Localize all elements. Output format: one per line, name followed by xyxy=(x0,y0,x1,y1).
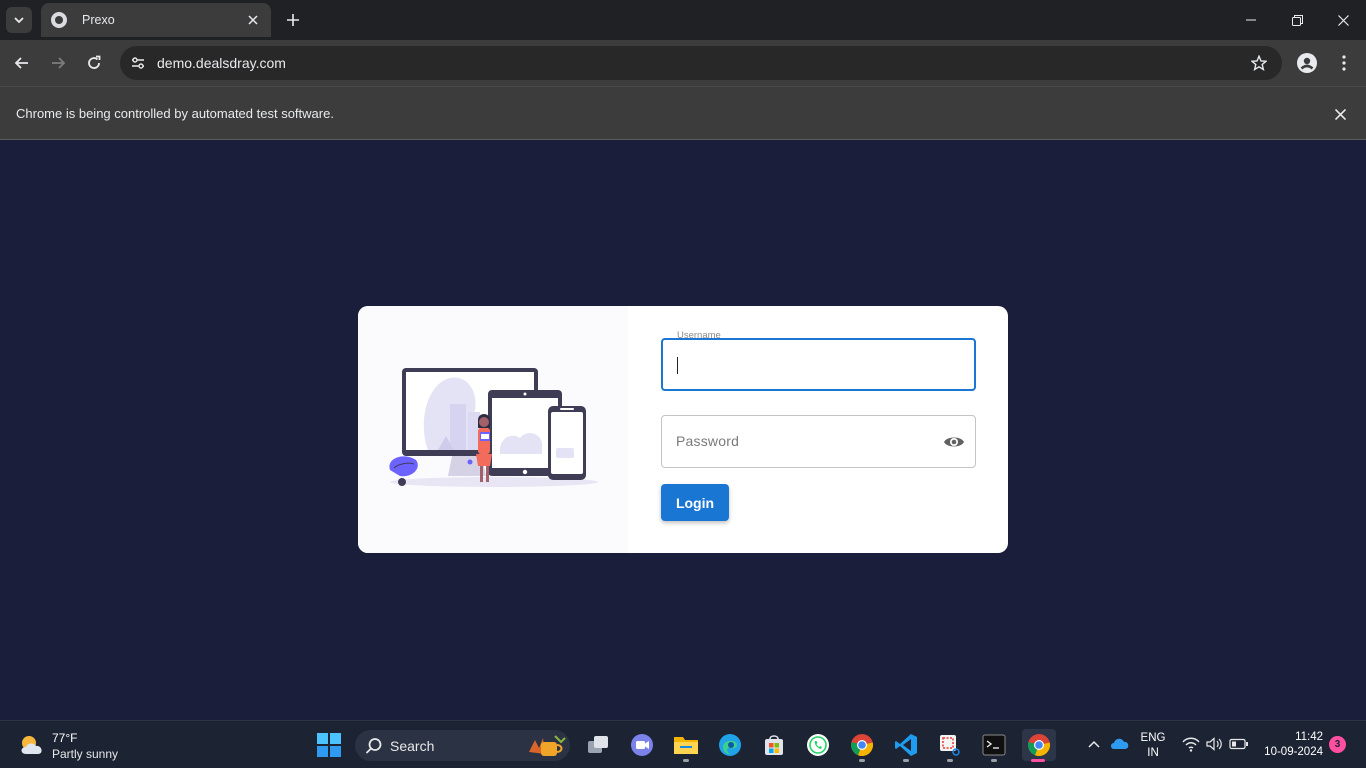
edge-icon xyxy=(719,734,741,756)
search-highlight-icon xyxy=(529,735,566,756)
terminal-icon xyxy=(982,734,1006,756)
globe-icon xyxy=(51,12,67,28)
chrome-icon xyxy=(851,734,874,757)
browser-toolbar: demo.dealsdray.com xyxy=(0,40,1366,86)
whatsapp-icon xyxy=(807,734,829,756)
terminal-button[interactable] xyxy=(978,729,1010,762)
arrow-left-icon xyxy=(14,57,28,69)
window-close-button[interactable] xyxy=(1320,0,1366,40)
password-placeholder: Password xyxy=(676,433,740,449)
running-indicator xyxy=(683,759,689,762)
battery-icon[interactable] xyxy=(1229,736,1249,752)
language-code: ENG xyxy=(1140,732,1166,744)
whatsapp-button[interactable] xyxy=(802,729,834,761)
url-text[interactable]: demo.dealsdray.com xyxy=(157,55,1244,71)
teams-meet-button[interactable] xyxy=(626,729,658,761)
site-info-button[interactable] xyxy=(123,48,153,78)
chrome-button[interactable] xyxy=(846,729,878,762)
search-icon xyxy=(365,738,382,754)
search-label: Search xyxy=(390,738,435,754)
microsoft-store-button[interactable] xyxy=(758,729,790,761)
tab-title: Prexo xyxy=(82,13,115,27)
partly-sunny-icon xyxy=(21,736,42,754)
close-icon xyxy=(1334,108,1346,120)
weather-temperature: 77°F xyxy=(52,731,78,745)
edge-button[interactable] xyxy=(714,729,746,761)
vscode-icon xyxy=(895,734,917,756)
volume-icon[interactable] xyxy=(1205,736,1223,752)
new-tab-button[interactable] xyxy=(281,8,305,32)
video-call-icon xyxy=(631,734,653,756)
system-clock[interactable]: 11:42 10-09-2024 xyxy=(1255,730,1323,760)
language-region: IN xyxy=(1147,747,1159,759)
folder-icon xyxy=(674,737,698,754)
more-vertical-icon xyxy=(1342,55,1346,71)
start-button[interactable] xyxy=(313,729,345,761)
forward-button[interactable] xyxy=(45,50,71,76)
chrome-active-button[interactable] xyxy=(1022,729,1056,762)
tab-search-button[interactable] xyxy=(6,7,32,33)
text-caret xyxy=(677,357,678,374)
running-indicator xyxy=(991,759,997,762)
windows-logo-icon xyxy=(317,733,341,757)
arrow-right-icon xyxy=(52,57,66,69)
store-icon xyxy=(765,735,783,755)
weather-condition: Partly sunny xyxy=(52,747,119,761)
task-view-icon xyxy=(588,736,608,753)
minimize-button[interactable] xyxy=(1228,0,1274,40)
task-view-button[interactable] xyxy=(582,729,614,761)
vscode-button[interactable] xyxy=(890,729,922,762)
notification-badge[interactable]: 3 xyxy=(1329,736,1346,753)
clock-time: 11:42 xyxy=(1295,731,1323,743)
tab-close-button[interactable] xyxy=(245,12,261,28)
login-card: Username Password Login xyxy=(358,306,1008,553)
onedrive-icon[interactable] xyxy=(1110,735,1130,753)
plus-icon xyxy=(287,14,299,26)
back-button[interactable] xyxy=(9,50,35,76)
minimize-icon xyxy=(1246,19,1256,21)
devices-illustration xyxy=(389,368,598,487)
chrome-icon xyxy=(1028,734,1051,757)
chevron-up-icon[interactable] xyxy=(1086,736,1102,752)
reload-icon xyxy=(88,55,101,69)
language-indicator[interactable]: ENG IN xyxy=(1138,731,1168,761)
restore-icon xyxy=(1291,14,1303,26)
file-explorer-button[interactable] xyxy=(670,729,702,762)
close-icon xyxy=(248,15,258,25)
profile-button[interactable] xyxy=(1295,51,1319,75)
profile-icon xyxy=(1297,53,1317,73)
toggle-password-visibility[interactable] xyxy=(942,432,966,452)
star-icon xyxy=(1251,55,1267,71)
browser-menu-button[interactable] xyxy=(1332,51,1356,75)
snipping-tool-icon xyxy=(940,735,960,756)
infobar-close-button[interactable] xyxy=(1330,104,1350,124)
eye-icon xyxy=(944,437,964,447)
username-input[interactable] xyxy=(661,338,976,391)
restore-button[interactable] xyxy=(1274,0,1320,40)
wifi-icon[interactable] xyxy=(1182,736,1200,752)
illustration-panel xyxy=(358,306,628,553)
windows-taskbar: 77°F Partly sunny Search ENG IN 11:42 10… xyxy=(0,720,1366,768)
close-icon xyxy=(1337,14,1349,26)
running-indicator xyxy=(859,759,865,762)
taskbar-search[interactable]: Search xyxy=(355,730,570,761)
password-input[interactable]: Password xyxy=(661,415,976,468)
clock-date: 10-09-2024 xyxy=(1264,746,1323,758)
reload-button[interactable] xyxy=(81,50,107,76)
address-bar[interactable]: demo.dealsdray.com xyxy=(120,46,1282,80)
automation-infobar: Chrome is being controlled by automated … xyxy=(0,86,1366,140)
bookmark-button[interactable] xyxy=(1244,48,1274,78)
snipping-tool-button[interactable] xyxy=(934,729,966,762)
tune-icon xyxy=(132,57,144,69)
running-indicator xyxy=(903,759,909,762)
infobar-message: Chrome is being controlled by automated … xyxy=(16,106,334,121)
browser-tab[interactable]: Prexo xyxy=(41,3,271,37)
active-indicator xyxy=(1031,759,1045,762)
weather-widget[interactable]: 77°F Partly sunny xyxy=(16,729,136,763)
running-indicator xyxy=(947,759,953,762)
chevron-down-icon xyxy=(14,17,24,24)
login-button[interactable]: Login xyxy=(661,484,729,521)
page-content: Username Password Login xyxy=(0,140,1366,720)
tab-strip: Prexo xyxy=(0,0,1366,40)
